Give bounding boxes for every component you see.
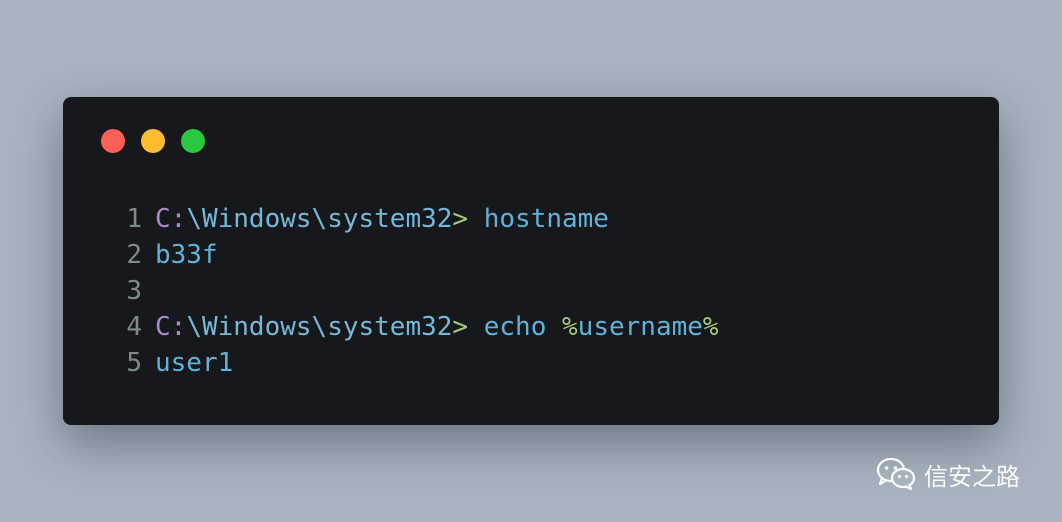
- code-token-prompt: >: [452, 312, 469, 342]
- code-token-cmd: username: [577, 312, 703, 342]
- minimize-dot-icon[interactable]: [141, 129, 165, 153]
- watermark-text: 信安之路: [924, 462, 1020, 491]
- code-token-var: %: [702, 312, 719, 342]
- code-token-sep: \Windows\system32: [186, 204, 453, 234]
- maximize-dot-icon[interactable]: [181, 129, 205, 153]
- code-line: 2 b33f: [121, 237, 719, 273]
- code-token-path: C:: [155, 312, 187, 342]
- code-token-path: C:: [155, 204, 187, 234]
- code-token-prompt: >: [452, 204, 469, 234]
- code-line: 1 C:\Windows\system32> hostname: [121, 201, 719, 237]
- wechat-icon: [876, 457, 916, 491]
- line-number: 3: [126, 276, 142, 306]
- line-number: 4: [126, 312, 142, 342]
- code-token-cmd: echo: [483, 312, 547, 342]
- code-line: 4 C:\Windows\system32> echo %username%: [121, 309, 719, 345]
- code-token-sep: \Windows\system32: [186, 312, 453, 342]
- code-token-var: %: [562, 312, 578, 342]
- code-token-cmd: hostname: [483, 204, 609, 234]
- close-dot-icon[interactable]: [101, 129, 125, 153]
- terminal-window: 1 C:\Windows\system32> hostname 2 b33f 3 4 C:\…: [63, 97, 999, 425]
- line-number: 5: [126, 348, 142, 378]
- code-token-out: b33f: [155, 240, 218, 270]
- line-number: 1: [126, 204, 142, 234]
- watermark: 信安之路: [876, 456, 1020, 492]
- code-line: 5 user1: [121, 345, 719, 381]
- code-block: 1 C:\Windows\system32> hostname 2 b33f 3 4 C:\…: [121, 201, 719, 381]
- line-number: 2: [126, 240, 142, 270]
- code-token-out: user1: [155, 348, 234, 378]
- window-controls: [101, 129, 205, 153]
- code-line: 3: [121, 273, 719, 309]
